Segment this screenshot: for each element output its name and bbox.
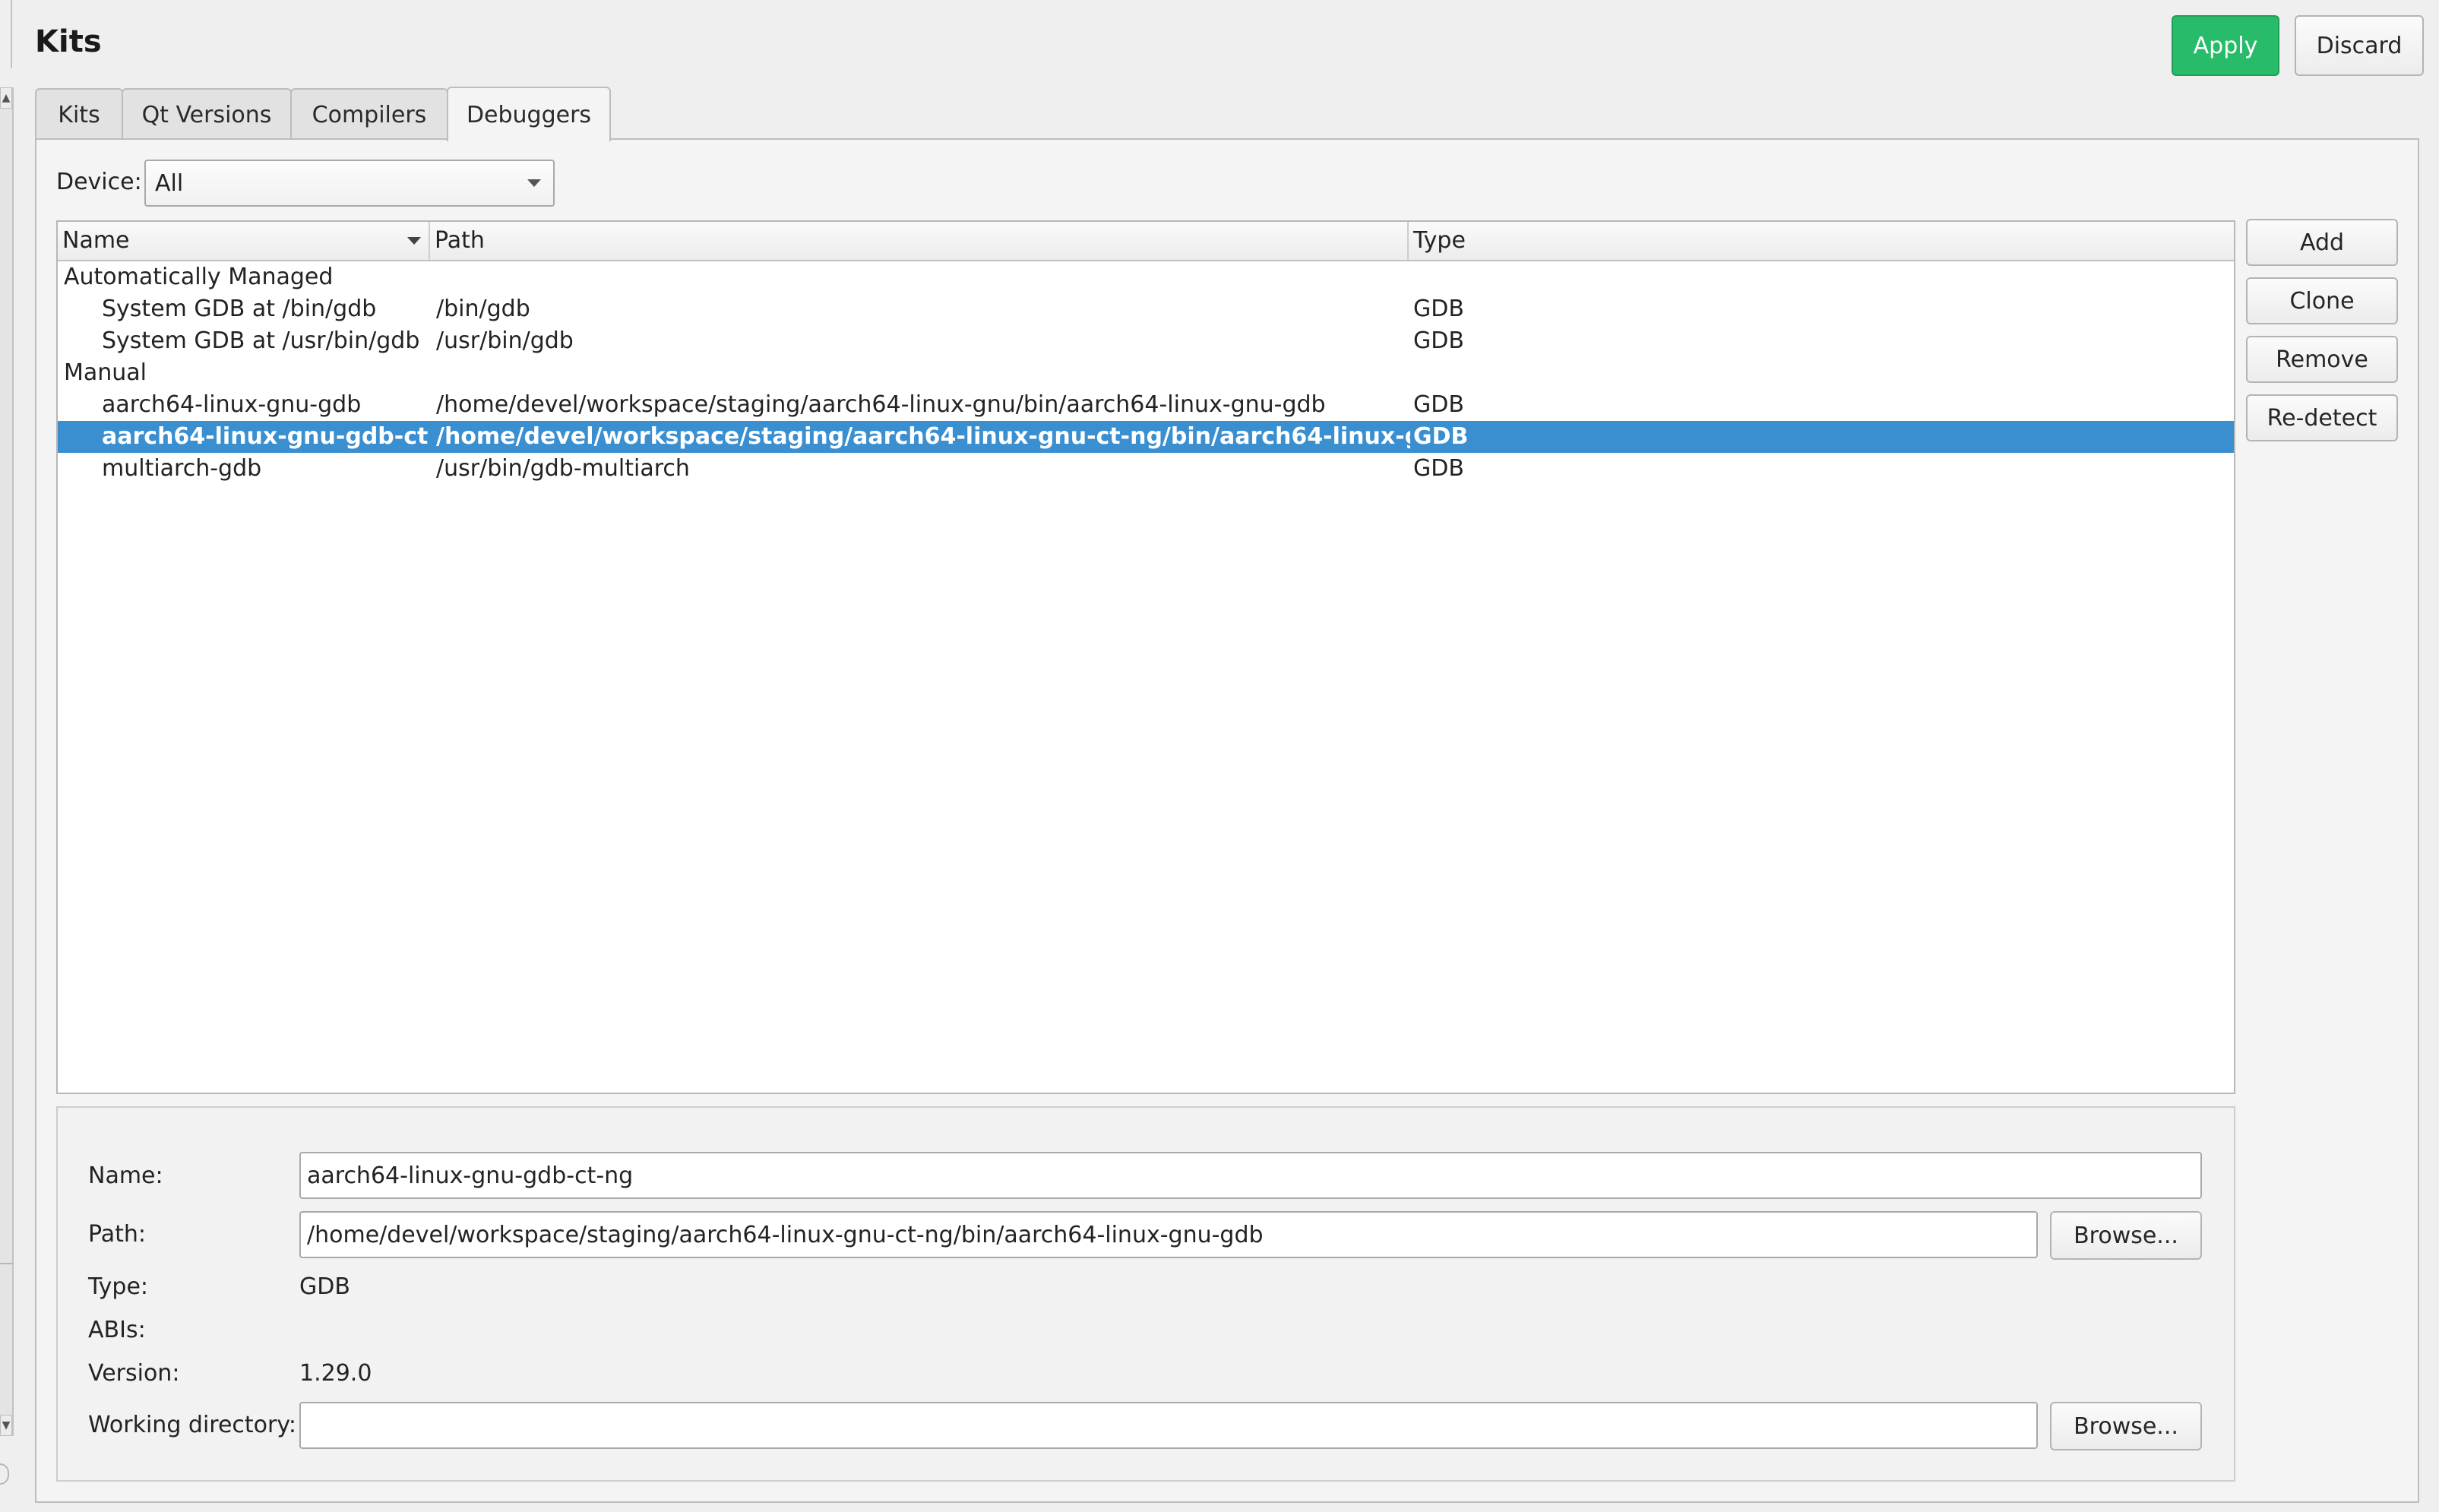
page-title: Kits [35, 24, 102, 59]
group-label: Manual [64, 359, 147, 386]
row-type: GDB [1413, 296, 1464, 322]
row-type: GDB [1413, 327, 1464, 354]
tab-qt-versions[interactable]: Qt Versions [122, 88, 292, 140]
row-type: GDB [1413, 423, 1469, 450]
discard-button[interactable]: Discard [2295, 15, 2424, 76]
device-label: Device: [56, 169, 142, 195]
clone-button[interactable]: Clone [2246, 277, 2398, 324]
chevron-down-icon [527, 179, 541, 187]
scroll-down-icon[interactable]: ▼ [0, 1415, 12, 1436]
type-label: Type: [88, 1273, 149, 1300]
table-row[interactable]: aarch64-linux-gnu-gdb /home/devel/worksp… [58, 389, 2234, 421]
apply-button[interactable]: Apply [2172, 15, 2279, 76]
working-directory-field[interactable] [299, 1402, 2038, 1449]
group-row-manual[interactable]: Manual [58, 357, 2234, 389]
name-field[interactable]: aarch64-linux-gnu-gdb-ct-ng [299, 1152, 2202, 1199]
working-directory-label: Working directory: [88, 1412, 297, 1438]
add-button[interactable]: Add [2246, 219, 2398, 266]
row-name: System GDB at /bin/gdb [102, 296, 377, 322]
column-header-name[interactable]: Name [58, 222, 430, 260]
tab-compilers[interactable]: Compilers [290, 88, 448, 140]
debuggers-tree[interactable]: Name Path Type Automatically Managed Sys… [56, 220, 2235, 1094]
table-row[interactable]: multiarch-gdb /usr/bin/gdb-multiarch GDB [58, 453, 2234, 485]
table-row-selected[interactable]: aarch64-linux-gnu-gdb-ct-ng /home/devel/… [58, 421, 2234, 453]
abis-label: ABIs: [88, 1317, 146, 1343]
row-path: /usr/bin/gdb [436, 327, 574, 354]
left-scrollbar[interactable]: ▲ ▼ [0, 87, 14, 1436]
group-label: Automatically Managed [64, 264, 334, 290]
path-label: Path: [88, 1221, 147, 1248]
working-directory-browse-button[interactable]: Browse... [2050, 1402, 2202, 1450]
path-browse-button[interactable]: Browse... [2050, 1211, 2202, 1260]
row-path: /bin/gdb [436, 296, 530, 322]
type-value: GDB [299, 1273, 350, 1300]
row-path: /usr/bin/gdb-multiarch [436, 455, 690, 482]
group-row-automatic[interactable]: Automatically Managed [58, 261, 2234, 293]
tree-header: Name Path Type [58, 222, 2234, 261]
column-header-path[interactable]: Path [430, 222, 1409, 260]
row-name: System GDB at /usr/bin/gdb [102, 327, 420, 354]
row-type: GDB [1413, 391, 1464, 418]
path-field[interactable]: /home/devel/workspace/staging/aarch64-li… [299, 1211, 2038, 1258]
version-value: 1.29.0 [299, 1360, 372, 1387]
device-select-value: All [155, 169, 184, 197]
left-divider [0, 1263, 14, 1264]
row-path: /home/devel/workspace/staging/aarch64-li… [436, 391, 1326, 418]
table-row[interactable]: System GDB at /usr/bin/gdb /usr/bin/gdb … [58, 325, 2234, 357]
row-name: aarch64-linux-gnu-gdb-ct-ng [102, 423, 429, 450]
row-name: aarch64-linux-gnu-gdb [102, 391, 362, 418]
sort-descending-icon [407, 237, 421, 245]
device-select[interactable]: All [144, 160, 555, 207]
row-path: /home/devel/workspace/staging/aarch64-li… [436, 423, 1410, 450]
version-label: Version: [88, 1360, 180, 1387]
redetect-button[interactable]: Re-detect [2246, 394, 2398, 441]
table-row[interactable]: System GDB at /bin/gdb /bin/gdb GDB [58, 293, 2234, 325]
row-name: multiarch-gdb [102, 455, 262, 482]
remove-button[interactable]: Remove [2246, 336, 2398, 383]
scroll-up-icon[interactable]: ▲ [0, 87, 12, 109]
column-header-type[interactable]: Type [1409, 222, 2234, 260]
tab-kits[interactable]: Kits [35, 88, 123, 140]
left-panel-edge [0, 0, 12, 68]
name-label: Name: [88, 1162, 163, 1189]
status-indicator-icon [0, 1463, 9, 1485]
tab-debuggers[interactable]: Debuggers [447, 87, 611, 141]
row-type: GDB [1413, 455, 1464, 482]
